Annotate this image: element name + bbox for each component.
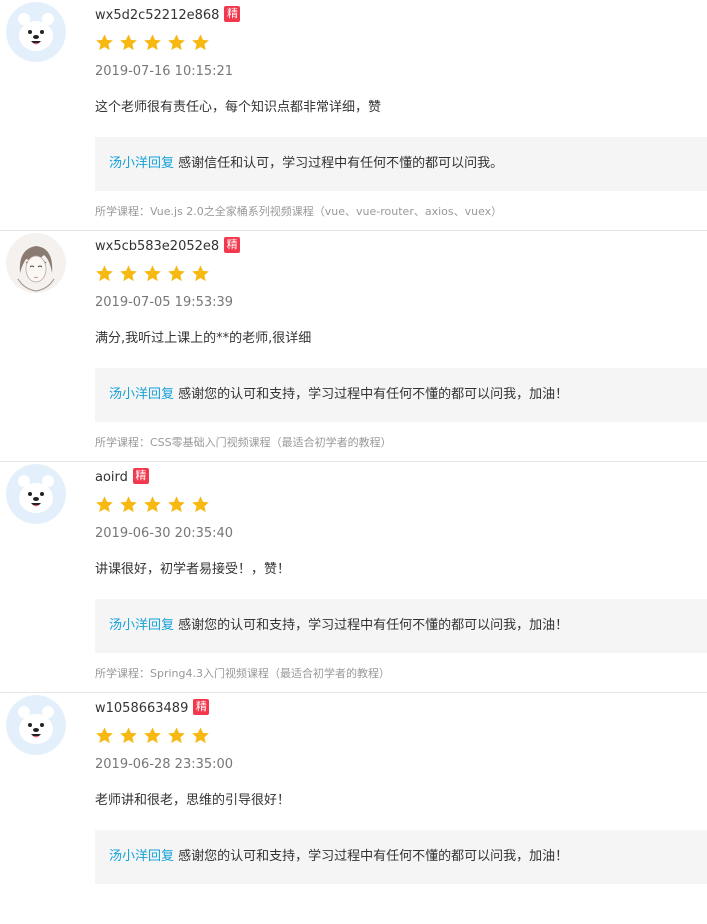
star-icon	[95, 264, 114, 283]
star-icon	[191, 495, 210, 514]
course-info: 所学课程：Spring4.3入门视频课程（最适合初学者的教程）	[95, 667, 390, 680]
star-rating	[95, 726, 210, 746]
course-info: 所学课程：CSS零基础入门视频课程（最适合初学者的教程）	[95, 436, 392, 449]
reply-author-link[interactable]: 汤小洋回复	[109, 156, 174, 171]
star-icon	[95, 33, 114, 52]
username[interactable]: wx5d2c52212e868	[95, 8, 219, 23]
star-icon	[95, 726, 114, 745]
star-icon	[143, 264, 162, 283]
reply-text: 感谢您的认可和支持，学习过程中有任何不懂的都可以问我，加油！	[174, 849, 569, 864]
reply-author-link[interactable]: 汤小洋回复	[109, 387, 174, 402]
star-icon	[143, 726, 162, 745]
star-icon	[95, 495, 114, 514]
polar-bear-avatar-icon	[6, 2, 66, 62]
polar-bear-avatar-icon	[6, 695, 66, 755]
star-icon	[167, 726, 186, 745]
star-icon	[191, 726, 210, 745]
star-rating	[95, 495, 210, 515]
star-rating	[95, 264, 210, 284]
featured-badge: 精	[224, 6, 241, 22]
reply-author-link[interactable]: 汤小洋回复	[109, 618, 174, 633]
review-time: 2019-07-05 19:53:39	[95, 295, 234, 310]
featured-badge: 精	[224, 237, 241, 253]
instructor-reply: 汤小洋回复 感谢信任和认可，学习过程中有任何不懂的都可以问我。	[95, 137, 707, 191]
featured-badge: 精	[193, 699, 210, 715]
star-icon	[119, 264, 138, 283]
instructor-reply: 汤小洋回复 感谢您的认可和支持，学习过程中有任何不懂的都可以问我，加油！	[95, 599, 707, 653]
star-icon	[167, 264, 186, 283]
review-content: 讲课很好，初学者易接受！，赞！	[95, 562, 291, 577]
review-content: 老师讲和很老，思维的引导很好！	[95, 793, 291, 808]
user-avatar[interactable]	[6, 2, 66, 62]
star-icon	[119, 495, 138, 514]
sketch-portrait-avatar-icon	[6, 233, 66, 293]
user-avatar[interactable]	[6, 695, 66, 755]
featured-badge: 精	[132, 468, 149, 484]
review-content: 满分,我听过上课上的**的老师,很详细	[95, 331, 312, 346]
star-rating	[95, 33, 210, 53]
username[interactable]: aoird	[95, 470, 128, 485]
instructor-reply: 汤小洋回复 感谢您的认可和支持，学习过程中有任何不懂的都可以问我，加油！	[95, 368, 707, 422]
reply-text: 感谢您的认可和支持，学习过程中有任何不懂的都可以问我，加油！	[174, 387, 569, 402]
username[interactable]: w1058663489	[95, 701, 188, 716]
star-icon	[191, 33, 210, 52]
username[interactable]: wx5cb583e2052e8	[95, 239, 219, 254]
star-icon	[167, 495, 186, 514]
review-item: w1058663489 精 2019-06-28 23:35:00 老师讲和很老，…	[0, 693, 707, 924]
user-avatar[interactable]	[6, 233, 66, 293]
star-icon	[119, 33, 138, 52]
reply-text: 感谢您的认可和支持，学习过程中有任何不懂的都可以问我，加油！	[174, 618, 569, 633]
review-time: 2019-06-28 23:35:00	[95, 757, 234, 772]
star-icon	[167, 33, 186, 52]
star-icon	[119, 726, 138, 745]
instructor-reply: 汤小洋回复 感谢您的认可和支持，学习过程中有任何不懂的都可以问我，加油！	[95, 830, 707, 884]
course-info: 所学课程：Vue.js 2.0之全家桶系列视频课程（vue、vue-router…	[95, 205, 503, 218]
review-item: aoird 精 2019-06-30 20:35:40 讲课很好，初学者易接受！，…	[0, 462, 707, 693]
star-icon	[191, 264, 210, 283]
user-avatar[interactable]	[6, 464, 66, 524]
review-time: 2019-07-16 10:15:21	[95, 64, 234, 79]
star-icon	[143, 33, 162, 52]
review-item: wx5cb583e2052e8 精 2019-07-05 19:53:39 满分,…	[0, 231, 707, 462]
review-time: 2019-06-30 20:35:40	[95, 526, 234, 541]
star-icon	[143, 495, 162, 514]
review-item: wx5d2c52212e868 精 2019-07-16 10:15:21 这个老…	[0, 0, 707, 231]
polar-bear-avatar-icon	[6, 464, 66, 524]
reply-author-link[interactable]: 汤小洋回复	[109, 849, 174, 864]
review-content: 这个老师很有责任心，每个知识点都非常详细，赞	[95, 100, 382, 115]
reply-text: 感谢信任和认可，学习过程中有任何不懂的都可以问我。	[174, 156, 504, 171]
